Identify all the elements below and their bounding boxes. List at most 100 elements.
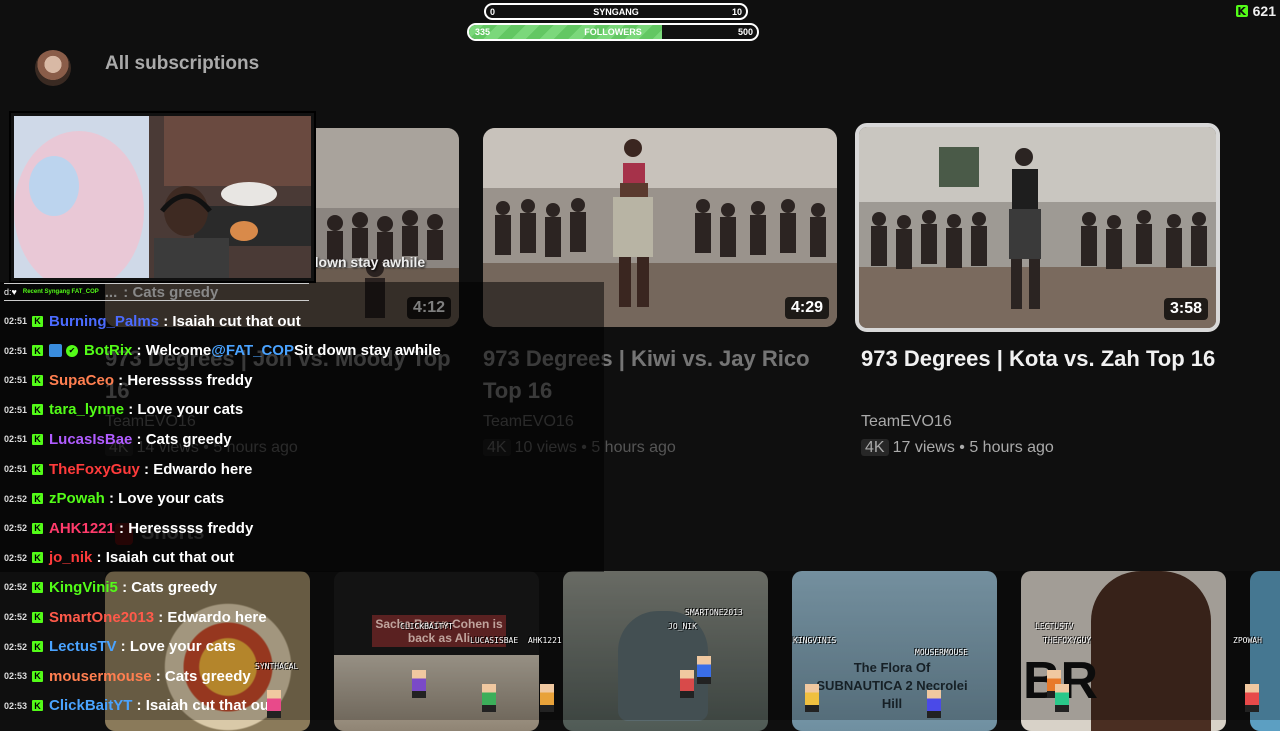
- kick-badge-icon: K: [32, 581, 43, 593]
- followers-label: FOLLOWERS: [584, 27, 642, 37]
- chat-message: 02:52 K KingVini5 : Cats greedy: [4, 576, 217, 598]
- video-thumbnail-3[interactable]: 3:58: [855, 123, 1220, 332]
- chat-timestamp: 02:51: [4, 345, 28, 356]
- chat-message-text: Sit down stay awhile: [293, 342, 441, 360]
- syngang-goal-bar: 0 SYNGANG 10: [484, 3, 748, 20]
- chat-username[interactable]: LectusTV: [49, 638, 117, 655]
- chat-timestamp: 02:52: [4, 523, 28, 534]
- chat-avatar-sprite: [482, 684, 496, 712]
- video-channel-3[interactable]: TeamEVO16: [861, 413, 952, 431]
- chat-message-text: : Heresssss freddy: [114, 371, 253, 389]
- chat-username[interactable]: AHK1221: [49, 520, 115, 537]
- chat-avatar-sprite: [1055, 684, 1069, 712]
- chat-username[interactable]: Burning_Palms: [49, 313, 159, 330]
- chat-message: 02:51 K Burning_Palms : Isaiah cut that ou…: [4, 310, 301, 332]
- chat-message-text: : Cats greedy: [151, 667, 251, 685]
- chat-username[interactable]: SmartOne2013: [49, 609, 154, 626]
- heart-icon: d:♥: [4, 287, 17, 297]
- chat-avatar-sprite: [540, 684, 554, 712]
- chat-pinned-user: ...: [104, 283, 118, 301]
- sprite-name-label: MOUSERMOUSE: [915, 648, 968, 657]
- chat-timestamp: 02:51: [4, 375, 28, 386]
- chat-timestamp: 02:51: [4, 404, 28, 415]
- syngang-label: SYNGANG: [593, 6, 639, 17]
- chat-username[interactable]: BotRix: [84, 342, 132, 359]
- viewer-count: K 621: [1235, 3, 1276, 19]
- chat-timestamp: 02:52: [4, 552, 28, 563]
- video-meta-3: 4K 17 views • 5 hours ago: [861, 439, 1054, 457]
- chat-username[interactable]: LucasIsBae: [49, 431, 132, 448]
- sprite-name-label: ZPOWAH: [1233, 636, 1262, 645]
- video-duration-3: 3:58: [1163, 298, 1208, 320]
- chat-avatar-sprite: [412, 670, 426, 698]
- kick-badge-icon: K: [32, 552, 43, 564]
- sprite-name-label: KINGVINIS: [793, 636, 837, 645]
- chat-username[interactable]: SupaCeo: [49, 372, 114, 389]
- webcam-overlay: [11, 113, 314, 281]
- chat-message: 02:52 Kjo_nik : Isaiah cut that out: [4, 547, 234, 569]
- chat-username[interactable]: TheFoxyGuy: [49, 461, 140, 478]
- chat-timestamp: 02:52: [4, 582, 28, 593]
- chat-avatar-sprite: [1245, 684, 1259, 712]
- kick-badge-icon: K: [32, 641, 43, 653]
- chat-timestamp: 02:53: [4, 700, 28, 711]
- chat-message-text: : Isaiah cut that out: [159, 312, 301, 330]
- chat-username[interactable]: jo_nik: [49, 549, 92, 566]
- chat-message: 02:51 K ✔ BotRix : Welcome @FAT_COP Sit dow…: [4, 340, 441, 362]
- kick-logo-icon: K: [1235, 4, 1248, 18]
- video-duration-2: 4:29: [784, 297, 829, 319]
- chat-avatar-sprite: [697, 656, 711, 684]
- chat-username[interactable]: KingVini5: [49, 579, 118, 596]
- chat-timestamp: 02:51: [4, 434, 28, 445]
- chat-avatar-sprite: [267, 690, 281, 718]
- chat-message-text: : Love your cats: [116, 638, 236, 656]
- chat-message-text: : Isaiah cut that out: [92, 549, 235, 567]
- video-meta-3-text: 17 views • 5 hours ago: [892, 439, 1054, 456]
- chat-message-text: : Love your cats: [124, 401, 244, 419]
- sprite-name-label: AHK1221: [528, 636, 562, 645]
- sprite-name-label: LECTUSTV: [1035, 622, 1074, 631]
- sprite-name-label: LUCASISBAE: [470, 636, 519, 645]
- video-title-3[interactable]: 973 Degrees | Kota vs. Zah Top 16: [861, 343, 1221, 375]
- chat-pinned-text: : Cats greedy: [123, 283, 219, 301]
- followers-goal-bar: 335 FOLLOWERS 500: [467, 23, 759, 41]
- kick-badge-icon: K: [32, 611, 43, 623]
- chat-recent-label: Recent Syngang FAT_COP: [22, 289, 99, 295]
- channel-avatar[interactable]: [35, 50, 71, 86]
- chat-avatar-sprite: [680, 670, 694, 698]
- verified-badge-icon: ✔: [66, 344, 78, 357]
- syngang-max: 10: [731, 6, 742, 17]
- kick-badge-icon: K: [32, 345, 43, 357]
- chat-message-text: : Isaiah cut that out: [132, 697, 275, 715]
- chat-username[interactable]: ClickBaitYT: [49, 697, 132, 714]
- kick-badge-icon: K: [32, 374, 43, 386]
- kick-badge-icon: K: [32, 670, 43, 682]
- kick-badge-icon: K: [32, 404, 43, 416]
- chat-message-text: : Welcome: [132, 342, 212, 360]
- chat-username[interactable]: mousermouse: [49, 668, 152, 685]
- chat-message: 02:52 K SmartOne2013 : Edwardo here: [4, 606, 267, 628]
- chat-username[interactable]: tara_lynne: [49, 401, 124, 418]
- kick-badge-icon: K: [32, 493, 43, 505]
- chat-timestamp: 02:51: [4, 464, 28, 474]
- chat-message: 02:53 K ClickBaitYT : Isaiah cut that out: [4, 695, 274, 717]
- chat-mention[interactable]: @FAT_COP: [211, 342, 294, 359]
- bot-badge-icon: [49, 344, 62, 358]
- chat-message-text: : Cats greedy: [132, 430, 232, 448]
- chat-message: 02:52 K LectusTV : Love your cats: [4, 636, 236, 658]
- chat-message: 02:52 K AHK1221 : Heresssss freddy: [4, 517, 253, 539]
- sprite-name-label: SYNTHACAL: [255, 662, 299, 671]
- sprite-name-label: JO_NIK: [668, 622, 697, 631]
- chat-message: 02:52 KzPowah : Love your cats: [4, 488, 224, 510]
- chat-username[interactable]: zPowah: [49, 490, 105, 507]
- chat-recent-header: d:♥ Recent Syngang FAT_COP ... : Cats gr…: [4, 283, 309, 301]
- page-title: All subscriptions: [105, 53, 260, 74]
- sprite-name-label: SMARTONE2013: [685, 608, 743, 617]
- sprite-name-label: CLICKBAITYT: [400, 622, 453, 631]
- kick-badge-icon: K: [32, 433, 43, 445]
- sprite-name-label: THEFOXYGUY: [1043, 636, 1092, 645]
- chat-message-text: : Edwardo here: [154, 608, 267, 626]
- chat-message-text: : Edwardo here: [139, 460, 253, 478]
- chat-timestamp: 02:51: [4, 316, 28, 326]
- chat-timestamp: 02:52: [4, 612, 28, 622]
